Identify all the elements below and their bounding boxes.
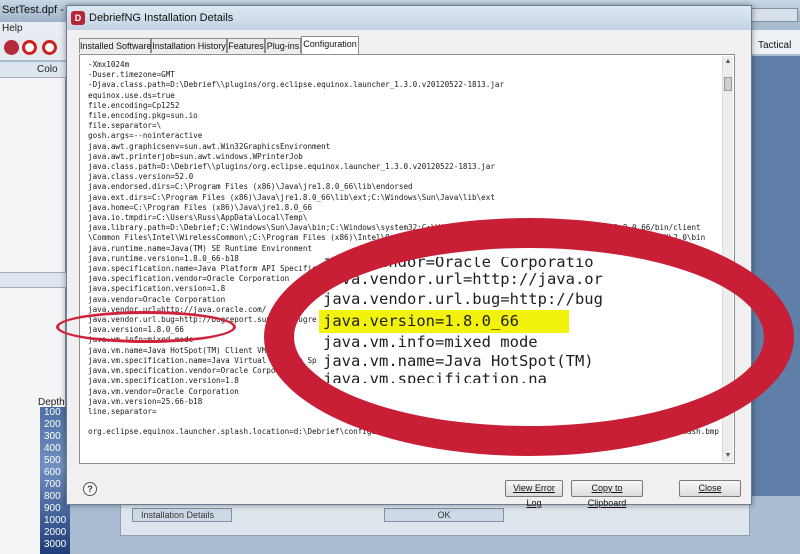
scrollbar-thumb[interactable] (724, 77, 732, 91)
configuration-line: file.encoding=Cp1252 (88, 100, 180, 110)
dialog-titlebar[interactable]: D DebriefNG Installation Details (67, 6, 751, 30)
help-icon[interactable]: ? (83, 482, 97, 496)
tab-configuration[interactable]: Configuration (301, 36, 359, 54)
annotation-circle-small (56, 311, 236, 343)
tab-installation-history[interactable]: Installation History (151, 38, 227, 53)
configuration-line: -Duser.timezone=GMT (88, 70, 175, 80)
background-right-area (752, 56, 800, 496)
annotation-circle-large (264, 218, 794, 456)
tab-plug-ins[interactable]: Plug-ins (265, 38, 301, 53)
dialog-title: DebriefNG Installation Details (89, 12, 234, 24)
configuration-line: java.class.version=52.0 (88, 172, 194, 182)
target-icon[interactable] (42, 40, 57, 55)
panel-tab-label[interactable]: Colo (37, 64, 58, 75)
configuration-line: java.home=C:\Program Files (x86)\Java\jr… (88, 202, 313, 212)
configuration-line: equinox.use.ds=true (88, 90, 175, 100)
tab-installed-software[interactable]: Installed Software (79, 38, 152, 53)
target-icon[interactable] (22, 40, 37, 55)
configuration-line: java.awt.printerjob=sun.awt.windows.WPri… (88, 151, 303, 161)
depth-value: 3000 (44, 539, 67, 550)
debrief-logo-icon: D (71, 11, 85, 25)
scroll-up-arrow-icon[interactable]: ▲ (723, 57, 733, 67)
installation-details-button[interactable]: Installation Details (132, 508, 232, 522)
configuration-line: file.separator=\ (88, 121, 162, 131)
scroll-down-arrow-icon[interactable]: ▼ (723, 451, 733, 461)
configuration-line: java.io.tmpdir=C:\Users\Russ\AppData\Loc… (88, 213, 308, 223)
toolbar-tool-icon[interactable] (4, 40, 19, 55)
configuration-line: java.awt.graphicsenv=sun.awt.Win32Graphi… (88, 141, 331, 151)
configuration-line: -Djava.class.path=D:\Debrief\\plugins/or… (88, 80, 505, 90)
copy-to-clipboard-button[interactable]: Copy to Clipboard (571, 480, 643, 508)
background-ok-button[interactable]: OK (384, 508, 504, 522)
configuration-line: gosh.args=--nointeractive (88, 131, 203, 141)
left-panel-header-2 (0, 272, 66, 288)
depth-value: 1000 (44, 515, 67, 526)
configuration-line: file.encoding.pkg=sun.io (88, 111, 198, 121)
tab-features[interactable]: Features (227, 38, 265, 53)
menu-help[interactable]: Help (2, 23, 23, 34)
view-error-log-button[interactable]: View Error Log (505, 480, 563, 508)
configuration-line: java.class.path=D:\Debrief\\plugins/org.… (88, 162, 495, 172)
close-button[interactable]: Close (679, 480, 741, 497)
configuration-line: -Xmx1024m (88, 60, 130, 69)
configuration-line: java.endorsed.dirs=C:\Program Files (x86… (88, 182, 413, 192)
configuration-line: java.ext.dirs=C:\Program Files (x86)\Jav… (88, 192, 495, 202)
depth-value: 2000 (44, 527, 67, 538)
tactical-label[interactable]: Tactical (758, 40, 791, 51)
